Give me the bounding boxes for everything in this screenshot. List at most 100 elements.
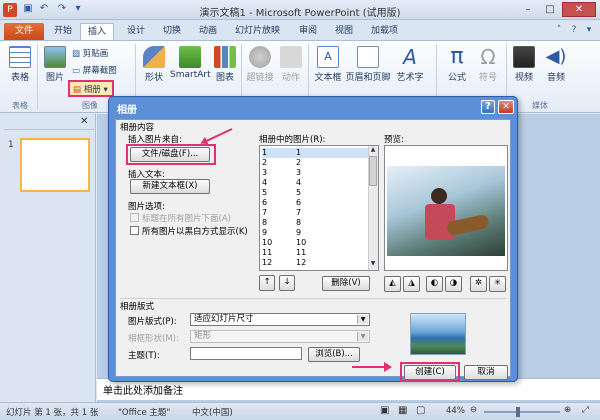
maximize-button[interactable]: □	[540, 2, 560, 17]
black-white-checkbox[interactable]	[130, 226, 139, 235]
list-item[interactable]: 33	[262, 168, 368, 178]
contrast-down-icon[interactable]: ◑	[445, 276, 462, 292]
list-item[interactable]: 77	[262, 208, 368, 218]
redo-icon[interactable]: ↷	[55, 3, 69, 16]
zoom-level[interactable]: 44%	[446, 406, 465, 416]
theme-input[interactable]	[190, 347, 302, 360]
list-item-name: 4	[296, 178, 302, 187]
undo-icon[interactable]: ↶	[37, 3, 51, 16]
save-icon[interactable]: ▣	[21, 3, 35, 16]
minimize-button[interactable]: –	[518, 2, 538, 17]
chart-label: 图表	[215, 73, 234, 83]
dialog-help-button[interactable]: ?	[481, 100, 495, 114]
tab-review[interactable]: 审阅	[292, 23, 324, 40]
table-button[interactable]: 表格	[4, 46, 36, 83]
frame-shape-select[interactable]: 矩形 ▼	[190, 330, 370, 343]
list-item[interactable]: 11 11	[262, 248, 368, 258]
group-label-tables: 表格	[12, 101, 28, 110]
tab-animations[interactable]: 动画	[192, 23, 224, 40]
screenshot-button[interactable]: ▭ 屏幕截图	[72, 64, 117, 76]
sorter-view-icon[interactable]: ▦	[398, 405, 407, 416]
wordart-label: 艺术字	[396, 73, 424, 83]
wordart-icon: A	[403, 45, 417, 69]
list-item[interactable]: 55	[262, 188, 368, 198]
move-up-button[interactable]: ↑	[259, 275, 275, 291]
video-button[interactable]: 视频	[510, 46, 538, 83]
chevron-down-icon: ▼	[357, 332, 368, 341]
list-item[interactable]: 11	[262, 148, 368, 158]
help-icon[interactable]: ?	[568, 25, 580, 37]
layout-select[interactable]: 适应幻灯片尺寸 ▼	[190, 313, 370, 326]
normal-view-icon[interactable]: ▣	[380, 405, 389, 416]
create-button[interactable]: 创建(C)	[404, 365, 456, 380]
powerpoint-logo-icon[interactable]: P	[3, 3, 17, 17]
list-item-index: 5	[262, 188, 268, 197]
list-item[interactable]: 88	[262, 218, 368, 228]
minimize-ribbon-icon[interactable]: ˄	[553, 25, 565, 37]
list-item[interactable]: 99	[262, 228, 368, 238]
status-theme: "Office 主题"	[118, 408, 171, 418]
list-item-index: 10	[262, 238, 273, 247]
list-item[interactable]: 12 12	[262, 258, 368, 268]
status-bar: 幻灯片 第 1 张，共 1 张 "Office 主题" 中文(中国) ▣ ▦ ▢…	[0, 402, 600, 420]
picture-button[interactable]: 图片	[40, 46, 70, 83]
contrast-up-icon[interactable]: ◐	[426, 276, 443, 292]
brightness-down-icon[interactable]: ✳	[489, 276, 506, 292]
brightness-up-icon[interactable]: ✲	[470, 276, 487, 292]
black-white-option-label: 所有图片以黑白方式显示(K)	[142, 227, 248, 237]
wordart-button[interactable]: A 艺术字	[392, 46, 428, 83]
tab-home[interactable]: 开始	[47, 23, 79, 40]
equation-button[interactable]: π 公式	[442, 46, 472, 84]
tab-file[interactable]: 文件	[4, 23, 44, 40]
audio-button[interactable]: ◀) 音频	[542, 46, 570, 83]
move-down-button[interactable]: ↓	[279, 275, 295, 291]
list-item[interactable]: 10 10	[262, 238, 368, 248]
expand-icon[interactable]: ▾	[583, 25, 595, 37]
slide-thumbnail[interactable]	[20, 138, 90, 192]
scroll-down-icon[interactable]: ▼	[368, 260, 378, 269]
reading-view-icon[interactable]: ▢	[416, 405, 425, 416]
caption-checkbox[interactable]	[130, 213, 139, 222]
tab-slideshow[interactable]: 幻灯片放映	[228, 23, 287, 40]
scroll-up-icon[interactable]: ▲	[368, 146, 378, 155]
header-footer-button[interactable]: 页眉和页脚	[344, 46, 392, 83]
list-item[interactable]: 44	[262, 178, 368, 188]
list-item[interactable]: 22	[262, 158, 368, 168]
cancel-button[interactable]: 取消	[464, 365, 508, 380]
close-button[interactable]: ✕	[562, 2, 596, 17]
rotate-right-icon[interactable]: ◮	[403, 276, 420, 292]
zoom-slider-thumb[interactable]	[516, 407, 520, 417]
shapes-button[interactable]: 形状	[140, 46, 168, 83]
textbox-button[interactable]: A 文本框	[312, 46, 344, 83]
rotate-left-icon[interactable]: ◭	[384, 276, 401, 292]
clipart-button[interactable]: ▨ 剪贴画	[72, 47, 108, 59]
smartart-button[interactable]: SmartArt	[170, 46, 211, 80]
section-divider	[120, 298, 506, 299]
customize-icon[interactable]: ▾	[71, 3, 85, 16]
new-textbox-button[interactable]: 新建文本框(X)	[130, 179, 210, 194]
tab-insert[interactable]: 插入	[80, 23, 115, 40]
file-disk-button[interactable]: 文件/磁盘(F)...	[130, 147, 210, 162]
symbol-button[interactable]: Ω 符号	[474, 46, 502, 83]
tab-view[interactable]: 视图	[328, 23, 360, 40]
tab-transitions[interactable]: 切换	[156, 23, 188, 40]
tab-addins[interactable]: 加载项	[364, 23, 405, 40]
ribbon-tabs: 文件 开始 插入 设计 切换 动画 幻灯片放映 审阅 视图 加载项 ˄ ? ▾	[0, 20, 600, 40]
list-item-name: 7	[296, 208, 302, 217]
album-button[interactable]: ▤ 相册 ▾	[68, 80, 114, 97]
delete-button[interactable]: 删除(V)	[322, 276, 370, 291]
zoom-in-icon[interactable]: ⊕	[564, 405, 571, 415]
pictures-list[interactable]: 1 1 2 2 3 3 4 4 5 5 6 6 7 7 8 8 9 9 10 10 11 11 12 12 ▲ ▼	[259, 145, 379, 271]
browse-button[interactable]: 浏览(B)...	[308, 347, 360, 362]
zoom-out-icon[interactable]: ⊖	[470, 405, 477, 415]
panel-close-icon[interactable]: ✕	[80, 116, 88, 127]
action-button[interactable]: 动作	[278, 46, 304, 83]
chart-button[interactable]: 图表	[212, 46, 238, 83]
dialog-close-button[interactable]: ✕	[498, 100, 514, 114]
fit-window-icon[interactable]: ⤢	[582, 405, 589, 415]
tab-design[interactable]: 设计	[120, 23, 152, 40]
scroll-thumb[interactable]	[369, 156, 377, 186]
hyperlink-button[interactable]: 超链接	[244, 46, 276, 83]
zoom-slider[interactable]	[484, 411, 560, 413]
list-item[interactable]: 66	[262, 198, 368, 208]
